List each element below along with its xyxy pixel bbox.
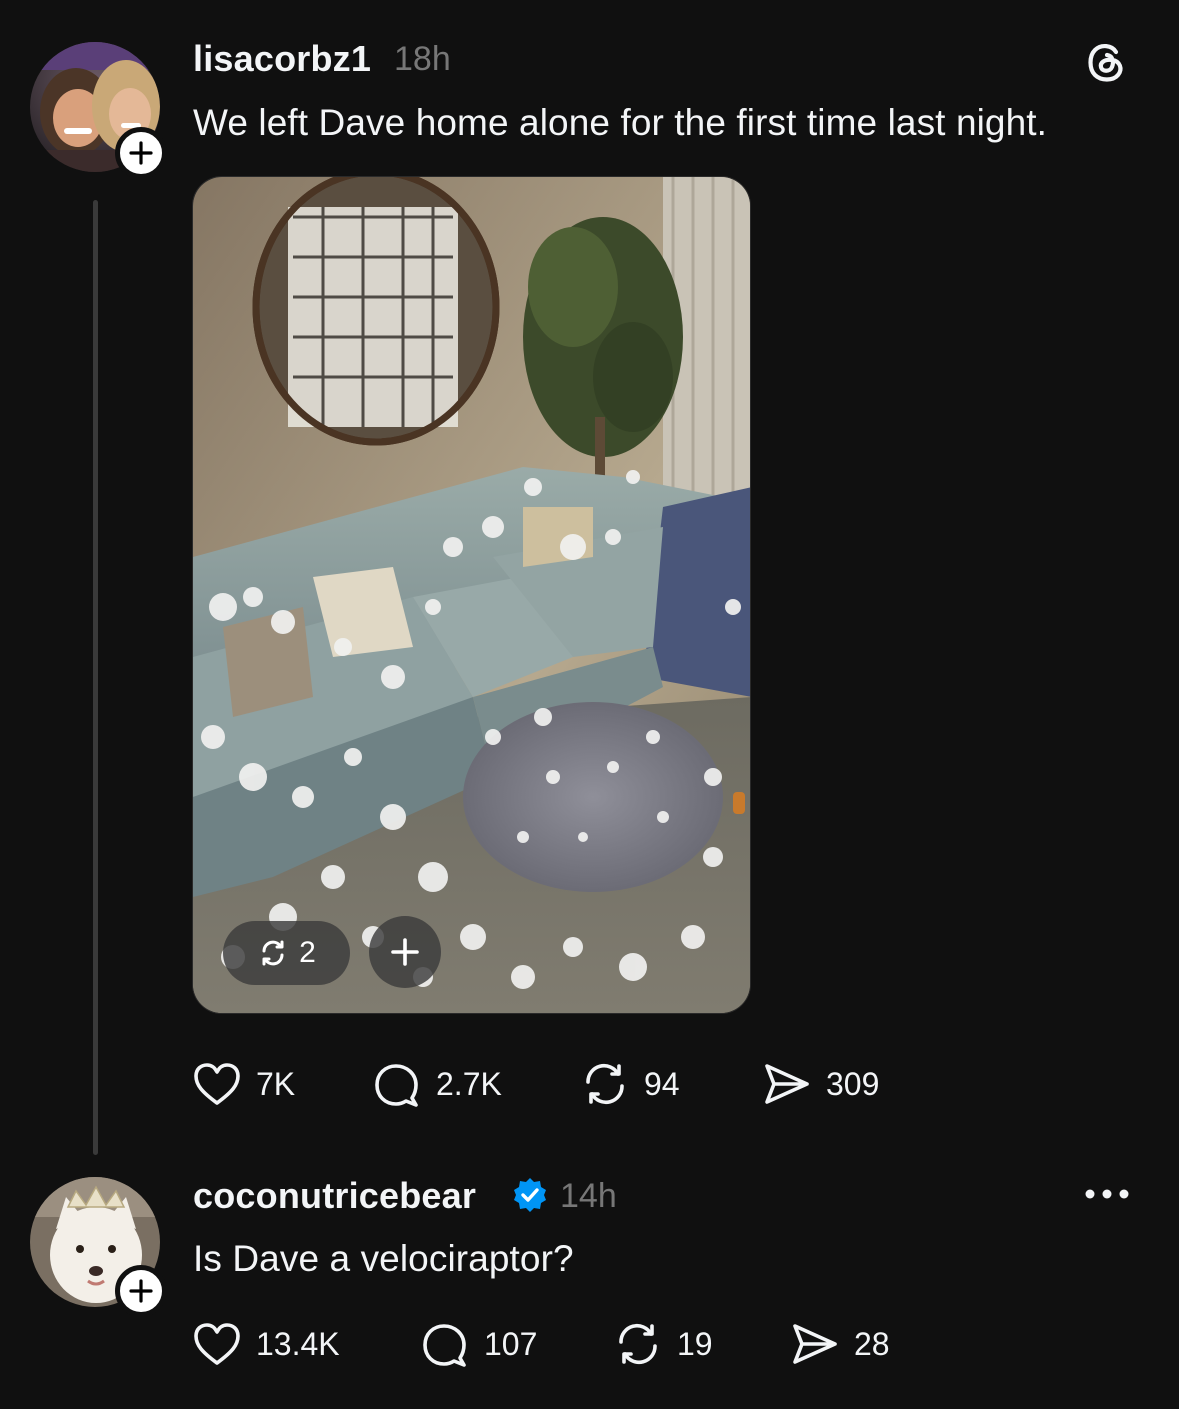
like-count: 7K	[256, 1065, 296, 1102]
heart-icon	[194, 1323, 240, 1365]
reply-share-button[interactable]: 28	[790, 1320, 890, 1368]
repost-button[interactable]: 94	[580, 1060, 680, 1108]
reply-timestamp: 14h	[560, 1177, 617, 1215]
media-repost-count: 2	[299, 936, 316, 969]
plus-icon	[391, 938, 419, 966]
post-timestamp: 18h	[394, 40, 451, 78]
share-button[interactable]: 309	[762, 1060, 879, 1108]
plus-icon	[129, 141, 153, 165]
reply-username[interactable]: coconutricebear	[193, 1175, 476, 1217]
reply-body-text: Is Dave a velociraptor?	[193, 1238, 574, 1279]
follow-button[interactable]	[115, 1265, 167, 1317]
living-room-photo	[193, 177, 750, 1013]
post-media-image[interactable]: 2	[192, 176, 751, 1014]
reply-repost-count: 19	[677, 1325, 713, 1362]
comment-icon	[375, 1064, 418, 1107]
send-icon	[765, 1064, 809, 1104]
repost-count: 94	[644, 1065, 680, 1102]
repost-icon	[262, 940, 284, 966]
heart-icon	[194, 1063, 240, 1105]
media-add-button[interactable]	[369, 916, 441, 988]
post-body-text: We left Dave home alone for the first ti…	[193, 102, 1048, 143]
repost-icon	[586, 1063, 624, 1105]
comment-icon	[423, 1324, 466, 1367]
plus-icon	[129, 1279, 153, 1303]
reply-like-count: 13.4K	[256, 1325, 340, 1362]
send-icon	[793, 1324, 837, 1364]
media-repost-pill[interactable]: 2	[223, 921, 350, 985]
comment-count: 2.7K	[436, 1065, 502, 1102]
follow-button[interactable]	[115, 127, 167, 179]
threads-logo-icon[interactable]	[1083, 38, 1131, 91]
reply-repost-button[interactable]: 19	[613, 1320, 713, 1368]
share-count: 309	[826, 1065, 880, 1102]
comment-button[interactable]: 2.7K	[372, 1060, 502, 1108]
reply-share-count: 28	[854, 1325, 890, 1362]
reply-comment-button[interactable]: 107	[420, 1320, 537, 1368]
repost-icon	[619, 1323, 657, 1365]
more-options-icon[interactable]	[1082, 1180, 1132, 1213]
thread-line	[93, 200, 98, 1155]
reply-like-button[interactable]: 13.4K	[192, 1320, 340, 1368]
post-username[interactable]: lisacorbz1	[193, 38, 371, 80]
reply-comment-count: 107	[484, 1325, 538, 1362]
verified-badge-icon	[511, 1176, 549, 1219]
like-button[interactable]: 7K	[192, 1060, 295, 1108]
